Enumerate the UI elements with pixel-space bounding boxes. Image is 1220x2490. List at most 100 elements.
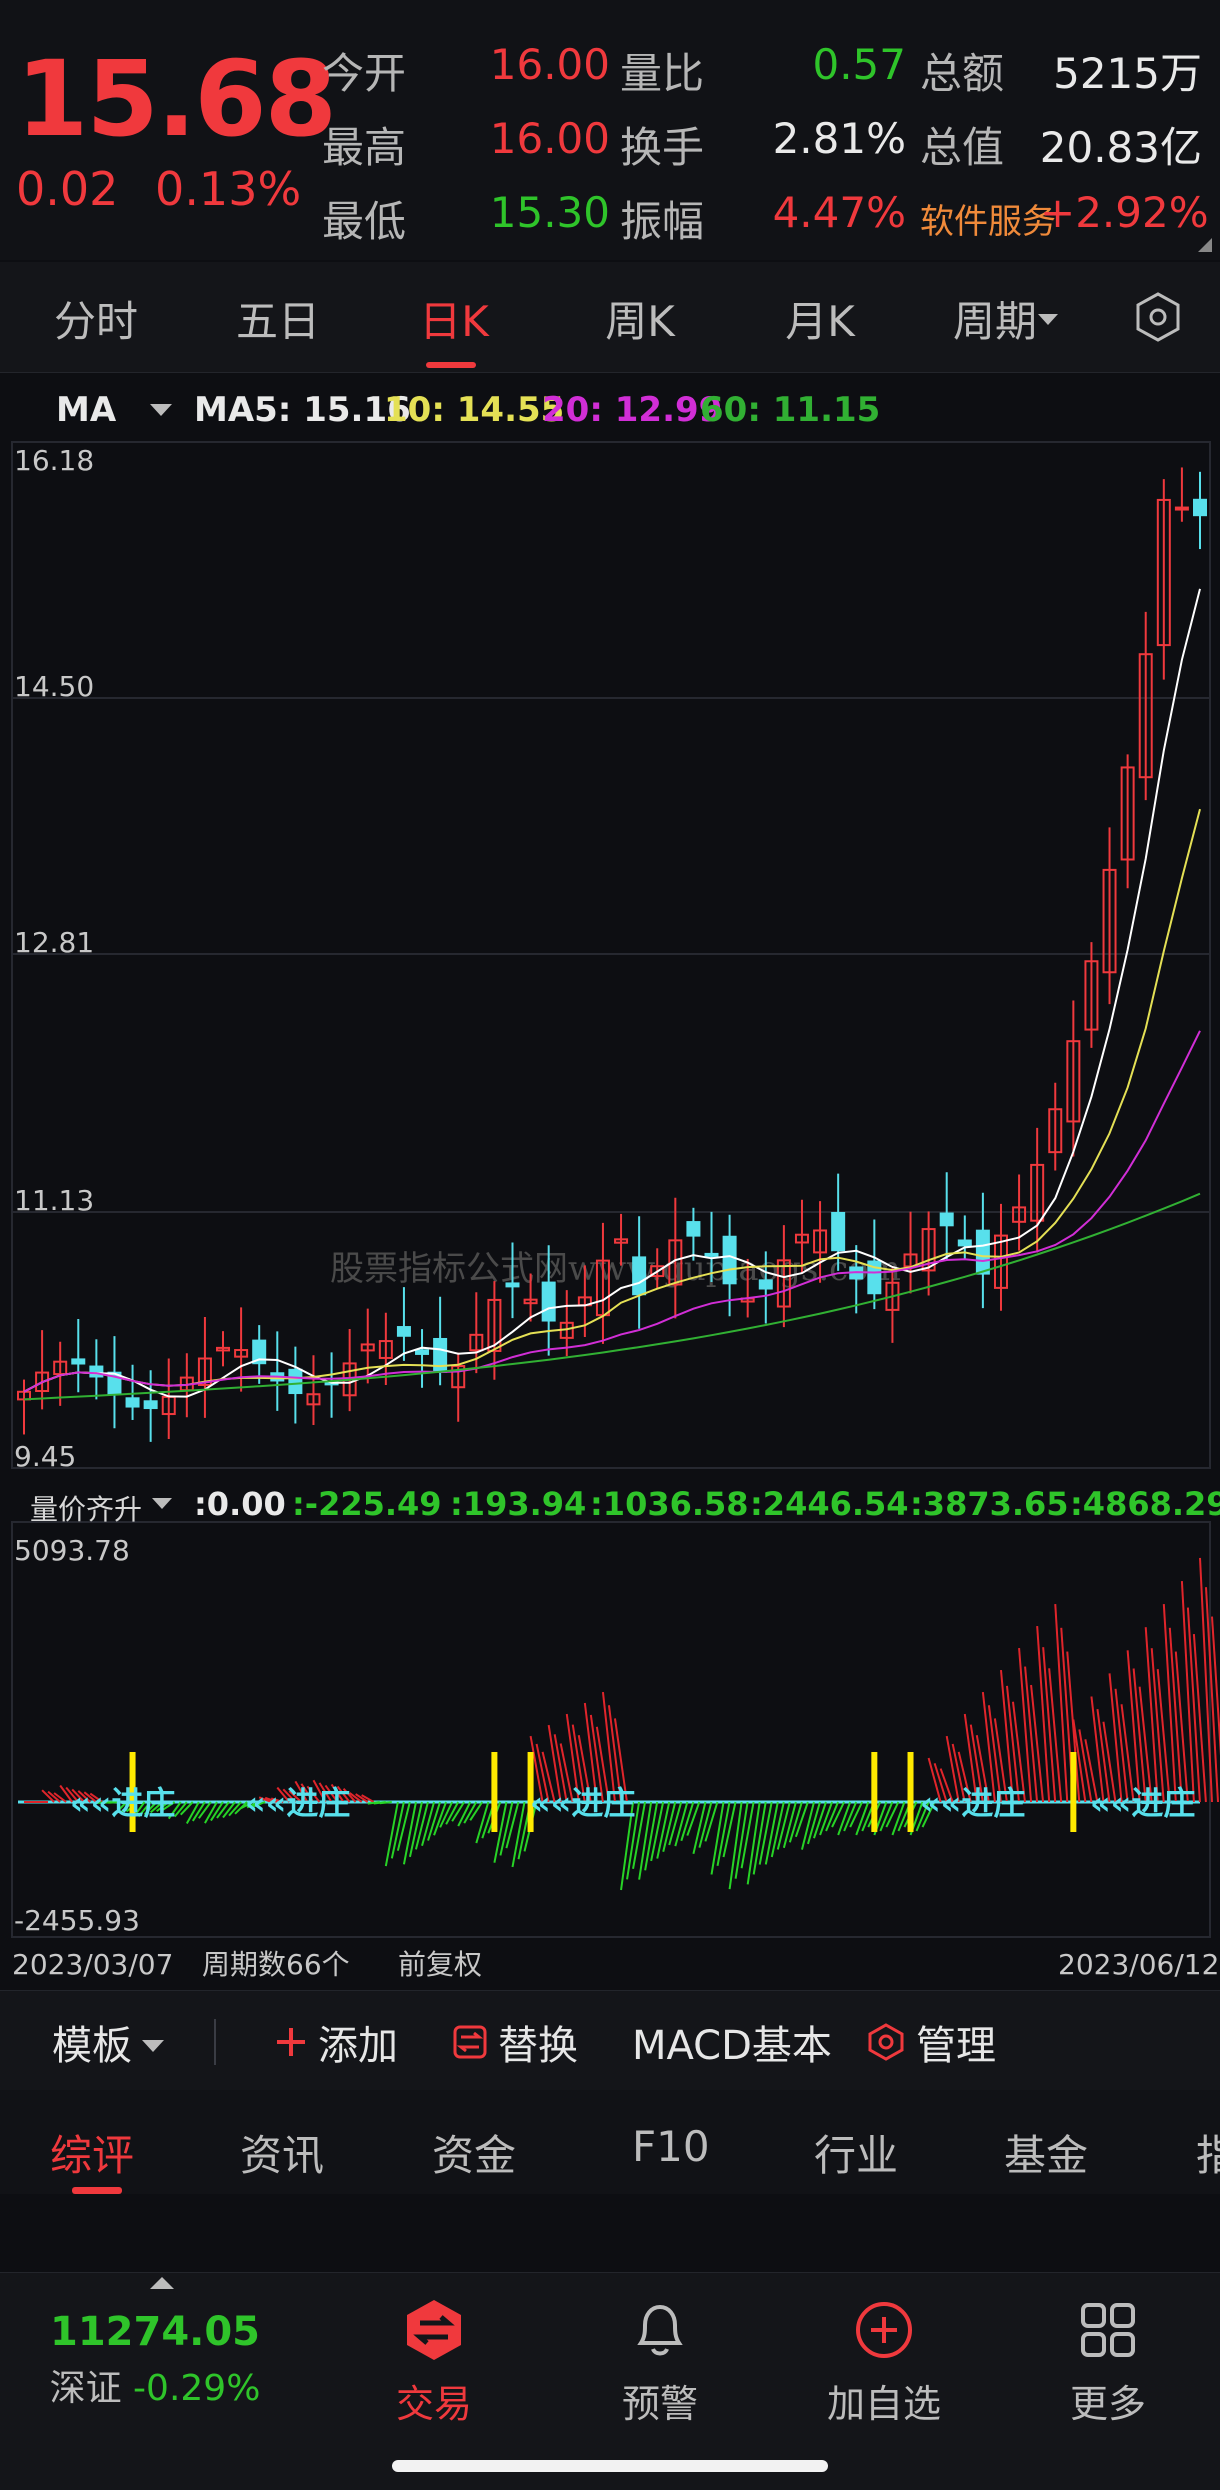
indicator-series: ««进庄 ««进庄 ««进庄 ««进庄 ««进庄 xyxy=(18,1557,1220,1891)
indicator-y-tick: 5093.78 xyxy=(14,1534,130,1567)
indicator-value-2: :193.94 xyxy=(450,1485,587,1523)
volume-ratio-value: 0.57 xyxy=(812,40,906,89)
sector-change[interactable]: +2.92% xyxy=(1040,188,1209,237)
price-change: 0.02 0.13% xyxy=(16,162,301,216)
amount-label: 总额 xyxy=(920,49,1005,98)
manage-button[interactable]: 管理 xyxy=(866,2013,996,2071)
macd-basic-button[interactable]: MACD基本 xyxy=(632,2013,832,2071)
trade-icon xyxy=(407,2300,461,2360)
low-label: 最低 xyxy=(322,197,407,246)
replace-indicator-button[interactable]: 替换 xyxy=(452,2013,578,2071)
indicator-toolbar: 模板 添加 替换 MACD基本 管理 xyxy=(0,1990,1220,2092)
period-tabs: 分时 五日 日K 周K 月K 周期 xyxy=(0,262,1220,373)
index-name: 深证 xyxy=(49,2368,122,2409)
indicator-name[interactable]: 量价齐升 xyxy=(30,1488,142,1528)
tab-intraday[interactable]: 分时 xyxy=(46,288,146,349)
expand-up-icon[interactable] xyxy=(150,2277,174,2289)
tab-capital[interactable]: 资金 xyxy=(432,2122,516,2183)
low-value: 15.30 xyxy=(489,188,610,237)
add-circle-icon xyxy=(856,2302,912,2358)
add-label: 添加 xyxy=(318,2023,398,2069)
tab-monthly-k[interactable]: 月K xyxy=(770,288,870,349)
candle-down xyxy=(632,1256,647,1296)
tab-daily-k[interactable]: 日K xyxy=(404,288,504,349)
bell-icon xyxy=(637,2304,683,2356)
tab-weekly-k[interactable]: 周K xyxy=(590,288,690,349)
nav-trade[interactable]: 交易 xyxy=(334,2297,534,2428)
ma10-value: 10: 14.55 xyxy=(384,390,565,430)
candle-down xyxy=(1193,498,1207,517)
tab-five-day[interactable]: 五日 xyxy=(228,288,328,349)
candle-down xyxy=(505,1282,520,1288)
candle-down xyxy=(722,1235,737,1285)
tab-period-label: 周期 xyxy=(952,297,1037,346)
indicator-dropdown-icon[interactable] xyxy=(152,1498,172,1509)
ma-dropdown-icon[interactable] xyxy=(150,404,172,416)
signal-marker xyxy=(1070,1752,1077,1832)
candle-down xyxy=(415,1349,430,1355)
ma5-value: MA5: 15.16 xyxy=(194,390,411,430)
candle-down xyxy=(71,1358,86,1365)
signal-marker xyxy=(871,1752,878,1832)
indicator-value-5: :3873.65 xyxy=(910,1485,1069,1523)
candle-down xyxy=(939,1212,954,1227)
candle-down xyxy=(541,1281,556,1322)
tab-f10[interactable]: F10 xyxy=(632,2122,710,2171)
add-indicator-button[interactable]: 添加 xyxy=(274,2013,398,2071)
tab-news[interactable]: 资讯 xyxy=(240,2122,324,2183)
swap-icon xyxy=(453,2025,487,2059)
trade-label: 交易 xyxy=(395,2382,472,2426)
indicator-annotation: ««进庄 xyxy=(245,1784,350,1822)
plus-icon xyxy=(277,2028,305,2056)
tab-period[interactable]: 周期 xyxy=(940,288,1050,349)
amount-value: 5215万 xyxy=(1053,49,1202,98)
home-indicator[interactable] xyxy=(392,2460,828,2472)
quote-panel: 15.68 0.02 0.13% 今开 16.00 最高 16.00 最低 15… xyxy=(0,0,1220,260)
candle-down xyxy=(758,1279,773,1290)
index-value: 11274.05 xyxy=(49,2309,261,2355)
sector-name[interactable]: 软件服务 xyxy=(920,194,1056,243)
x-end-date: 2023/06/12 xyxy=(1058,1948,1219,1981)
change-value: 0.02 xyxy=(16,162,119,216)
ma10-line xyxy=(23,808,1201,1393)
signal-marker xyxy=(491,1752,498,1832)
index-line: 深证 -0.29% xyxy=(40,2359,270,2411)
ma-selector[interactable]: MA xyxy=(56,390,116,430)
kline-chart[interactable]: 16.18 14.50 12.81 11.13 9.45 股票指标公式网www.… xyxy=(0,430,1220,1990)
indicator-annotation: ««进庄 xyxy=(70,1784,175,1822)
tab-overview[interactable]: 综评 xyxy=(50,2122,134,2183)
index-change: -0.29% xyxy=(133,2368,261,2409)
watermark: 股票指标公式网www.gupiaogs.com xyxy=(330,1249,901,1289)
chevron-down-icon xyxy=(1038,314,1058,325)
index-ticker[interactable]: 11274.05 深证 -0.29% xyxy=(40,2309,270,2411)
nav-add-watchlist[interactable]: 加自选 xyxy=(784,2297,984,2428)
indicator-value-0: :0.00 xyxy=(194,1485,286,1523)
add-watch-label: 加自选 xyxy=(826,2382,941,2426)
candle-down xyxy=(704,1252,719,1257)
tab-fund[interactable]: 基金 xyxy=(1004,2122,1088,2183)
high-label: 最高 xyxy=(322,123,407,172)
nav-more[interactable]: 更多 xyxy=(1008,2297,1208,2428)
more-label: 更多 xyxy=(1069,2382,1146,2426)
adjust-mode: 前复权 xyxy=(398,1948,482,1981)
indicator-value-1: :-225.49 xyxy=(292,1485,442,1523)
hexagon-settings-icon[interactable] xyxy=(1132,290,1184,344)
change-percent: 0.13% xyxy=(155,162,302,216)
indicator-value-3: :1036.58 xyxy=(590,1485,749,1523)
tab-industry[interactable]: 行业 xyxy=(814,2122,898,2183)
indicator-y-tick: -2455.93 xyxy=(14,1904,140,1937)
y-tick: 16.18 xyxy=(14,444,94,477)
candle-up xyxy=(1174,506,1189,511)
open-label: 今开 xyxy=(322,49,407,98)
y-tick: 9.45 xyxy=(14,1440,76,1473)
nav-alert[interactable]: 预警 xyxy=(560,2297,760,2428)
open-value: 16.00 xyxy=(489,40,610,89)
ma60-line xyxy=(23,1192,1201,1401)
grid-icon xyxy=(1081,2303,1135,2357)
market-cap-label: 总值 xyxy=(920,123,1005,172)
y-tick: 11.13 xyxy=(14,1184,94,1217)
template-button[interactable]: 模板 xyxy=(52,2013,164,2071)
candle-down xyxy=(831,1211,846,1252)
indicator-stroke xyxy=(379,1801,392,1805)
tab-index-partial[interactable]: 指 xyxy=(1196,2122,1220,2183)
